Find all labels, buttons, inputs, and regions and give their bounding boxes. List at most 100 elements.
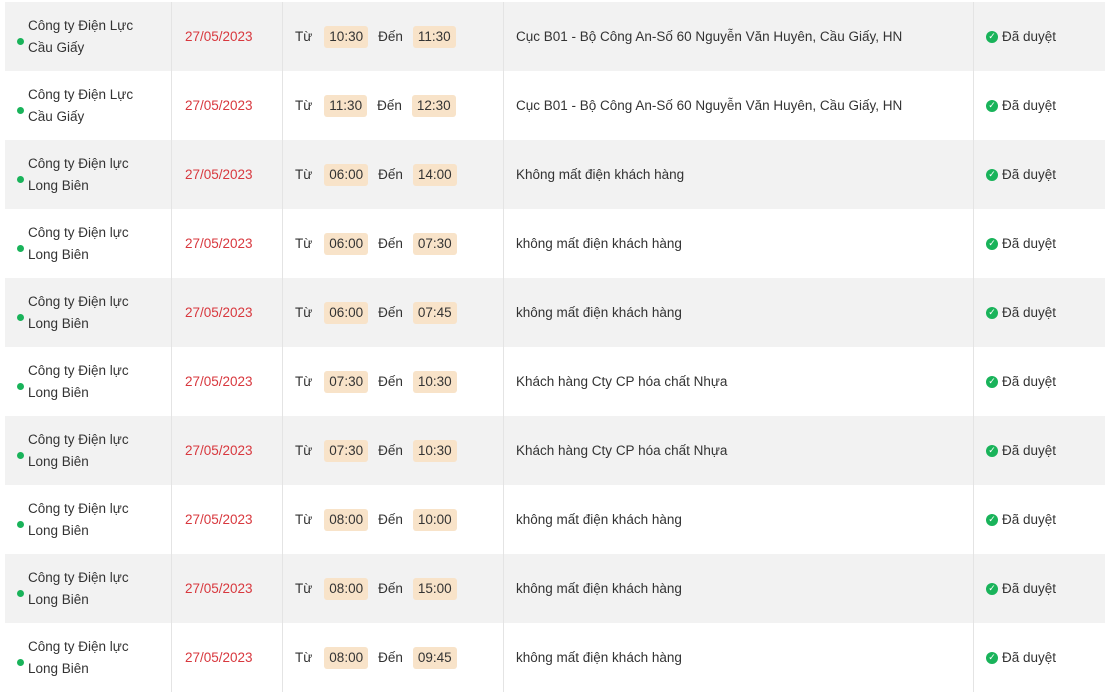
start-time-badge: 08:00 (324, 646, 369, 669)
outage-date: 27/05/2023 (185, 443, 253, 458)
table-row: Công ty Điện lực Long Biên 27/05/2023 Từ… (5, 140, 1105, 209)
outage-date: 27/05/2023 (185, 305, 253, 320)
date-cell: 27/05/2023 (172, 209, 283, 278)
check-circle-icon: ✓ (986, 513, 998, 526)
status-badge: ✓ Đã duyệt (986, 167, 1056, 182)
status-cell: ✓ Đã duyệt (974, 71, 1105, 140)
status-dot-icon (17, 314, 24, 321)
from-label: Từ (295, 443, 313, 458)
time-range-cell: Từ 07:30 Đến 10:30 (283, 416, 504, 485)
table-row: Công ty Điện Lực Cầu Giấy 27/05/2023 Từ … (5, 2, 1105, 71)
date-cell: 27/05/2023 (172, 554, 283, 623)
company-name: Công ty Điện lực Long Biên (28, 155, 129, 193)
description-cell: không mất điện khách hàng (504, 209, 974, 278)
table-row: Công ty Điện lực Long Biên 27/05/2023 Từ… (5, 554, 1105, 623)
to-label: Đến (378, 581, 403, 596)
outage-date: 27/05/2023 (185, 512, 253, 527)
end-time-badge: 10:00 (412, 508, 457, 531)
check-circle-icon: ✓ (986, 375, 998, 388)
outage-date: 27/05/2023 (185, 581, 253, 596)
start-time-badge: 07:30 (324, 370, 369, 393)
description-cell: không mất điện khách hàng (504, 554, 974, 623)
status-label: Đã duyệt (1002, 512, 1057, 527)
outage-date: 27/05/2023 (185, 167, 253, 182)
table-row: Công ty Điện lực Long Biên 27/05/2023 Từ… (5, 485, 1105, 554)
start-time-badge: 08:00 (324, 508, 369, 531)
status-dot-icon (17, 452, 24, 459)
table-row: Công ty Điện lực Long Biên 27/05/2023 Từ… (5, 278, 1105, 347)
status-cell: ✓ Đã duyệt (974, 2, 1105, 71)
to-label: Đến (378, 650, 403, 665)
status-badge: ✓ Đã duyệt (986, 236, 1056, 251)
time-range-cell: Từ 06:00 Đến 14:00 (283, 140, 504, 209)
status-dot-icon (17, 521, 24, 528)
check-circle-icon: ✓ (986, 582, 998, 595)
status-badge: ✓ Đã duyệt (986, 29, 1056, 44)
outage-schedule-table: Công ty Điện Lực Cầu Giấy 27/05/2023 Từ … (5, 2, 1105, 692)
to-label: Đến (377, 98, 402, 113)
status-badge: ✓ Đã duyệt (986, 512, 1056, 527)
from-label: Từ (295, 581, 313, 596)
start-time-badge: 08:00 (324, 577, 369, 600)
status-cell: ✓ Đã duyệt (974, 347, 1105, 416)
outage-description: không mất điện khách hàng (516, 581, 682, 596)
to-label: Đến (378, 236, 403, 251)
date-cell: 27/05/2023 (172, 416, 283, 485)
status-label: Đã duyệt (1002, 374, 1057, 389)
status-label: Đã duyệt (1002, 305, 1057, 320)
outage-date: 27/05/2023 (185, 29, 253, 44)
company-cell: Công ty Điện lực Long Biên (5, 209, 172, 278)
end-time-badge: 10:30 (412, 439, 457, 462)
company-cell: Công ty Điện lực Long Biên (5, 140, 172, 209)
description-cell: Không mất điện khách hàng (504, 140, 974, 209)
company-cell: Công ty Điện lực Long Biên (5, 554, 172, 623)
description-cell: Khách hàng Cty CP hóa chất Nhựa (504, 416, 974, 485)
company-cell: Công ty Điện lực Long Biên (5, 416, 172, 485)
start-time-badge: 06:00 (324, 163, 369, 186)
outage-description: không mất điện khách hàng (516, 512, 682, 527)
outage-date: 27/05/2023 (185, 236, 253, 251)
table-row: Công ty Điện lực Long Biên 27/05/2023 Từ… (5, 347, 1105, 416)
company-cell: Công ty Điện Lực Cầu Giấy (5, 71, 172, 140)
from-label: Từ (295, 512, 313, 527)
outage-description: Khách hàng Cty CP hóa chất Nhựa (516, 374, 728, 389)
from-label: Từ (295, 305, 313, 320)
end-time-badge: 11:30 (412, 25, 456, 48)
time-range-cell: Từ 10:30 Đến 11:30 (283, 2, 504, 71)
outage-description: Không mất điện khách hàng (516, 167, 685, 182)
status-cell: ✓ Đã duyệt (974, 554, 1105, 623)
end-time-badge: 07:45 (412, 301, 457, 324)
check-circle-icon: ✓ (986, 444, 998, 457)
status-badge: ✓ Đã duyệt (986, 98, 1056, 113)
from-label: Từ (295, 98, 313, 113)
outage-date: 27/05/2023 (185, 374, 253, 389)
outage-description: không mất điện khách hàng (516, 305, 682, 320)
to-label: Đến (378, 167, 403, 182)
status-dot-icon (17, 38, 24, 45)
to-label: Đến (378, 374, 403, 389)
status-label: Đã duyệt (1002, 98, 1057, 113)
status-badge: ✓ Đã duyệt (986, 581, 1056, 596)
check-circle-icon: ✓ (986, 168, 998, 181)
company-cell: Công ty Điện lực Long Biên (5, 278, 172, 347)
status-label: Đã duyệt (1002, 581, 1057, 596)
time-range-cell: Từ 08:00 Đến 15:00 (283, 554, 504, 623)
outage-description: Cục B01 - Bộ Công An-Số 60 Nguyễn Văn Hu… (516, 29, 903, 44)
company-cell: Công ty Điện lực Long Biên (5, 347, 172, 416)
company-name: Công ty Điện lực Long Biên (28, 362, 129, 400)
check-circle-icon: ✓ (986, 30, 998, 43)
end-time-badge: 12:30 (411, 94, 456, 117)
date-cell: 27/05/2023 (172, 347, 283, 416)
start-time-badge: 06:00 (324, 232, 369, 255)
time-range-cell: Từ 11:30 Đến 12:30 (283, 71, 504, 140)
table-row: Công ty Điện Lực Cầu Giấy 27/05/2023 Từ … (5, 71, 1105, 140)
status-cell: ✓ Đã duyệt (974, 485, 1105, 554)
check-circle-icon: ✓ (986, 306, 998, 319)
from-label: Từ (295, 650, 313, 665)
description-cell: Khách hàng Cty CP hóa chất Nhựa (504, 347, 974, 416)
company-cell: Công ty Điện Lực Cầu Giấy (5, 2, 172, 71)
company-name: Công ty Điện lực Long Biên (28, 224, 129, 262)
start-time-badge: 11:30 (324, 94, 368, 117)
check-circle-icon: ✓ (986, 651, 998, 664)
time-range-cell: Từ 07:30 Đến 10:30 (283, 347, 504, 416)
